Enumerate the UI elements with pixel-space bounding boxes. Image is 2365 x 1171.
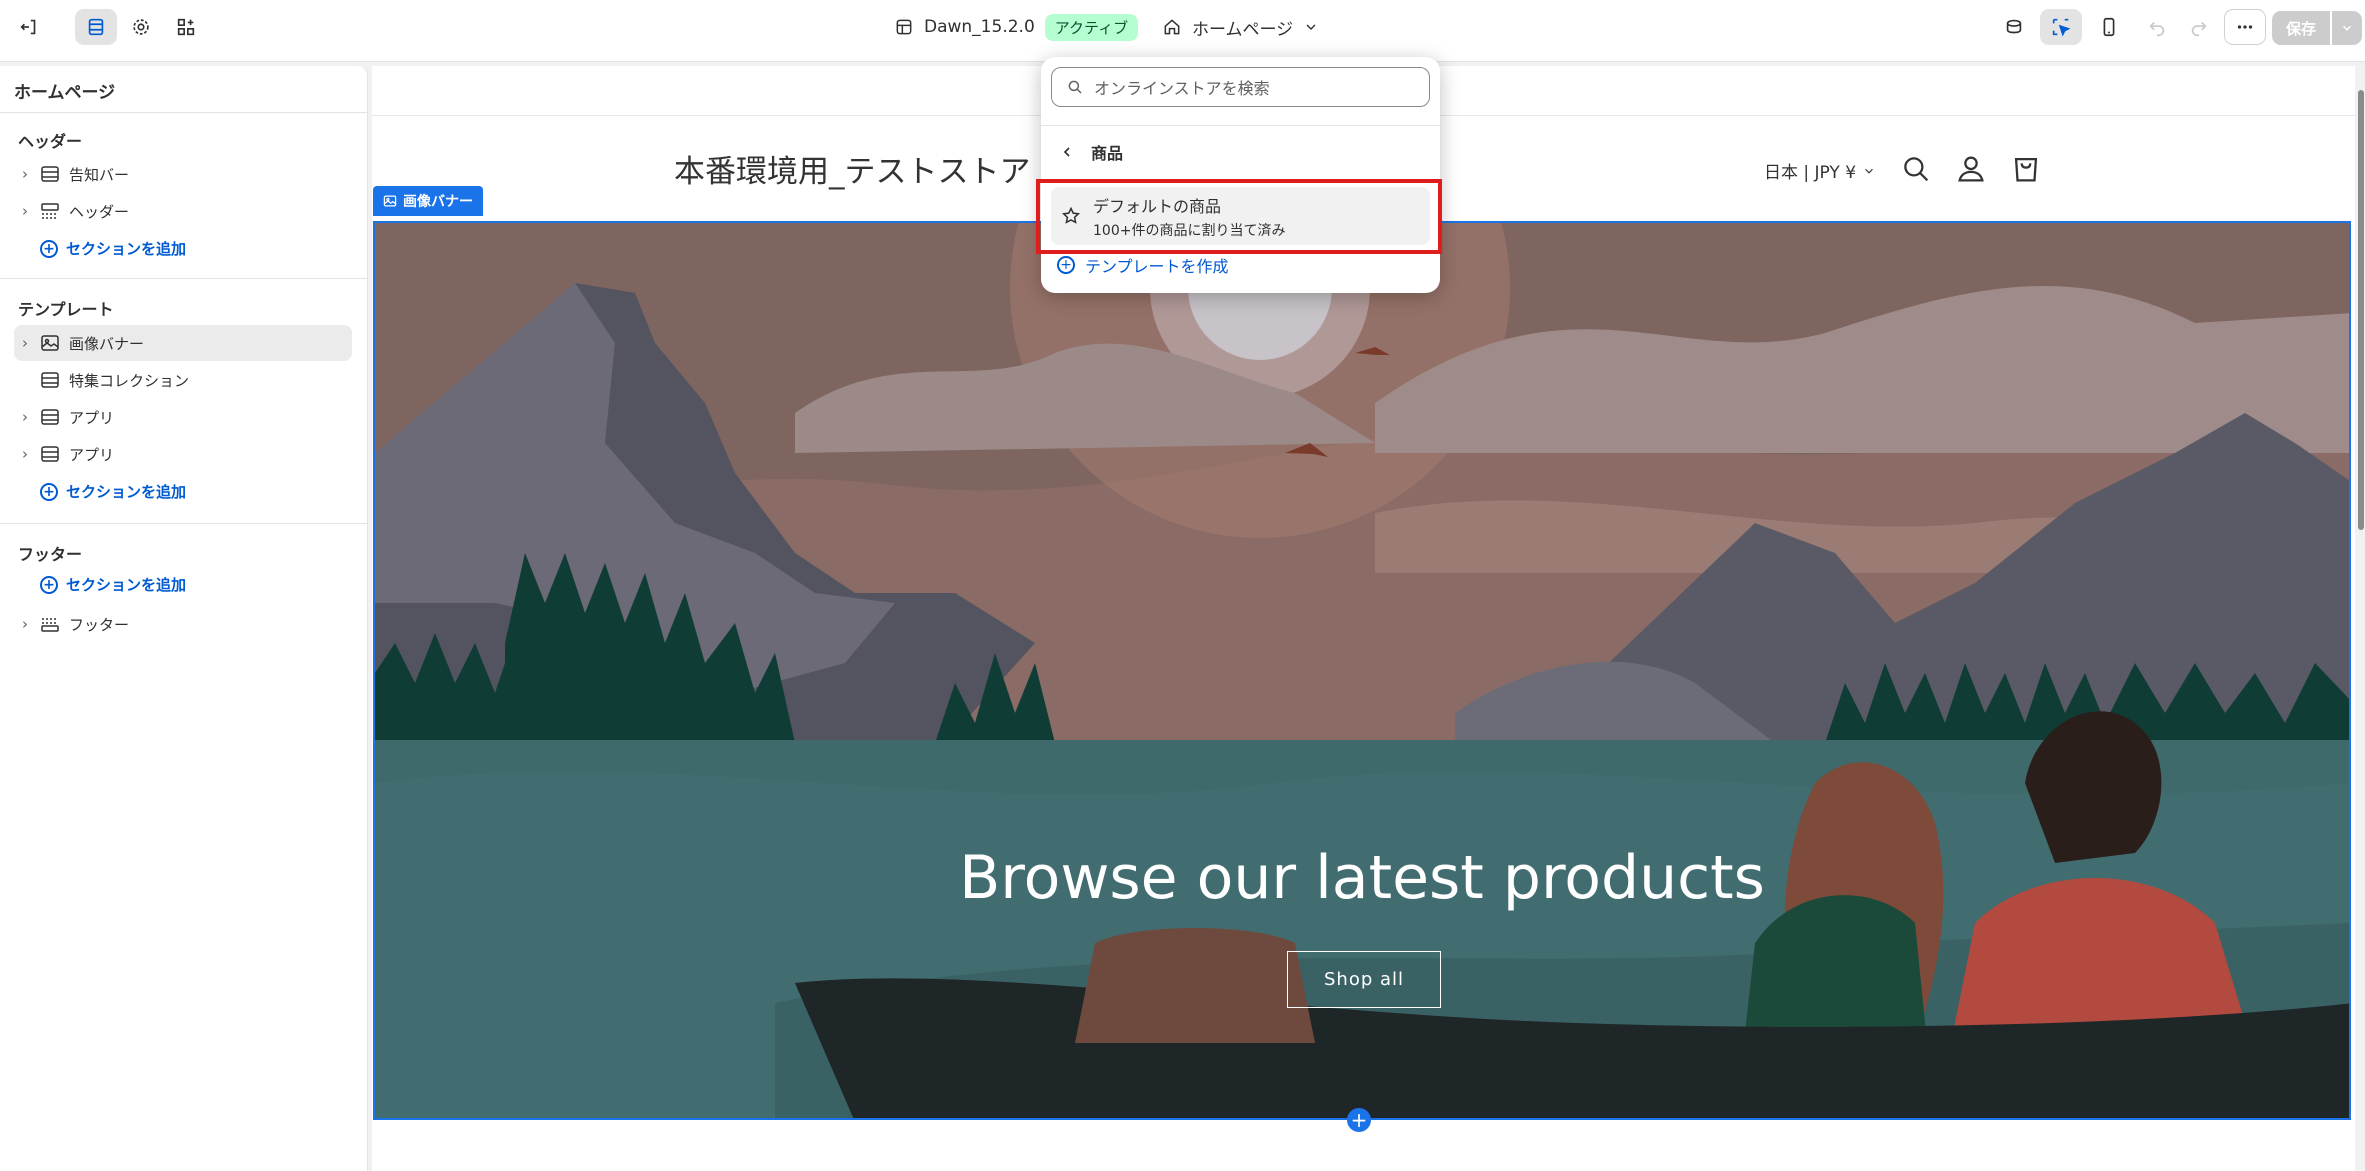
template-selector-label: ホームページ: [1192, 19, 1294, 40]
sections-icon[interactable]: [75, 9, 117, 45]
footer-group-label: フッター: [18, 545, 83, 564]
theme-icon: [896, 19, 912, 35]
image-icon: [41, 335, 59, 351]
home-icon: [1164, 19, 1180, 35]
chevron-down-icon: [2342, 25, 2352, 31]
country-selector[interactable]: 日本 | JPY ¥: [1764, 158, 1876, 183]
section-label: アプリ: [69, 445, 115, 464]
chevron-right-icon[interactable]: ›: [14, 334, 36, 352]
sidebar-title: ホームページ: [14, 83, 116, 103]
add-section-footer-link[interactable]: + セクションを追加: [40, 574, 186, 595]
divider: [0, 112, 368, 113]
annotation-highlight-box: [1036, 179, 1442, 254]
header-group-label: ヘッダー: [18, 132, 83, 151]
top-bar: Dawn_15.2.0 アクティブ ホームページ 保存: [0, 0, 2365, 62]
divider: [0, 278, 368, 279]
search-icon: [1068, 80, 1082, 94]
plus-circle-icon: +: [40, 482, 58, 501]
cart-icon[interactable]: [2009, 152, 2043, 186]
back-to-products-button[interactable]: 商品: [1059, 137, 1123, 167]
more-actions-icon[interactable]: [2224, 9, 2266, 45]
save-button-group: 保存: [2272, 11, 2362, 45]
preview-scrollbar-thumb[interactable]: [2358, 90, 2364, 530]
exit-icon[interactable]: [8, 9, 50, 45]
section-image-banner[interactable]: › 画像バナー: [14, 325, 352, 361]
section-label: フッター: [69, 615, 130, 634]
section-icon: [41, 166, 59, 182]
shop-all-button[interactable]: Shop all: [1287, 951, 1441, 1008]
section-announcement-bar[interactable]: › 告知バー: [14, 156, 352, 192]
redo-icon[interactable]: [2178, 9, 2220, 45]
section-label: ヘッダー: [69, 202, 130, 221]
section-header[interactable]: › ヘッダー: [14, 193, 352, 229]
settings-gear-icon[interactable]: [120, 9, 162, 45]
chevron-right-icon[interactable]: ›: [14, 445, 36, 463]
back-label: 商品: [1091, 144, 1124, 163]
banner-heading[interactable]: Browse our latest products: [375, 843, 2349, 913]
banner-tag-label: 画像バナー: [403, 194, 473, 210]
section-icon: [41, 409, 59, 425]
footer-section-icon: [41, 618, 59, 632]
divider: [0, 523, 368, 524]
section-app-1[interactable]: › アプリ: [14, 399, 352, 435]
add-section-label: セクションを追加: [66, 240, 187, 258]
search-icon[interactable]: [1899, 152, 1933, 186]
plus-circle-icon: +: [40, 239, 58, 258]
store-name[interactable]: 本番環境用_テストストア: [674, 146, 1031, 191]
country-label: 日本 | JPY ¥: [1764, 163, 1857, 183]
chevron-down-icon: [1306, 24, 1316, 30]
chevron-right-icon[interactable]: ›: [14, 408, 36, 426]
search-placeholder: オンラインストアを検索: [1094, 79, 1270, 98]
save-options-button[interactable]: [2332, 11, 2362, 45]
plus-circle-icon: +: [1057, 256, 1075, 274]
add-section-template-link[interactable]: + セクションを追加: [40, 481, 186, 502]
chevron-right-icon[interactable]: ›: [14, 615, 36, 633]
theme-indicator[interactable]: Dawn_15.2.0 アクティブ: [894, 13, 1139, 41]
undo-icon[interactable]: [2136, 9, 2178, 45]
divider: [1041, 125, 1440, 126]
chevron-left-icon: [1063, 147, 1070, 157]
add-section-label: セクションを追加: [66, 483, 187, 501]
chevron-down-icon: [1865, 168, 1873, 174]
section-app-2[interactable]: › アプリ: [14, 436, 352, 472]
preview-store-icon[interactable]: [1993, 9, 2035, 45]
section-footer[interactable]: › フッター: [14, 606, 352, 642]
template-group-label: テンプレート: [18, 300, 114, 319]
apps-icon[interactable]: [165, 9, 207, 45]
theme-status-badge: アクティブ: [1044, 13, 1139, 41]
account-icon[interactable]: [1954, 152, 1988, 186]
section-label: アプリ: [69, 408, 115, 427]
section-icon: [41, 372, 59, 388]
inspector-select-icon[interactable]: [2040, 9, 2082, 45]
header-section-icon: [41, 203, 59, 219]
add-section-label: セクションを追加: [66, 576, 187, 594]
section-featured-collection[interactable]: 特集コレクション: [14, 362, 352, 398]
theme-name: Dawn_15.2.0: [924, 17, 1035, 37]
sections-sidebar: ホームページ ヘッダー › 告知バー › ヘッダー + セクションを追加 テンプ…: [0, 66, 368, 1171]
section-icon: [41, 446, 59, 462]
section-label: 画像バナー: [69, 334, 145, 353]
save-button[interactable]: 保存: [2272, 11, 2330, 45]
plus-circle-icon: +: [40, 575, 58, 594]
image-banner[interactable]: Browse our latest products Shop all: [373, 221, 2351, 1120]
template-picker-popover: オンラインストアを検索 商品 デフォルトの商品 100+件の商品に割り当て済み …: [1041, 57, 1440, 293]
template-selector[interactable]: ホームページ: [1162, 13, 1319, 41]
chevron-right-icon[interactable]: ›: [14, 165, 36, 183]
create-template-label: テンプレートを作成: [1085, 257, 1229, 276]
image-banner-tag[interactable]: 画像バナー: [373, 186, 483, 216]
add-section-plus-icon[interactable]: +: [1347, 1108, 1371, 1132]
create-template-link[interactable]: + テンプレートを作成: [1057, 253, 1229, 277]
template-search-input[interactable]: オンラインストアを検索: [1051, 67, 1430, 107]
image-icon: [383, 195, 397, 207]
add-section-header-link[interactable]: + セクションを追加: [40, 238, 186, 259]
section-label: 告知バー: [69, 165, 130, 184]
mobile-view-icon[interactable]: [2088, 9, 2130, 45]
section-label: 特集コレクション: [69, 371, 190, 390]
chevron-right-icon[interactable]: ›: [14, 202, 36, 220]
